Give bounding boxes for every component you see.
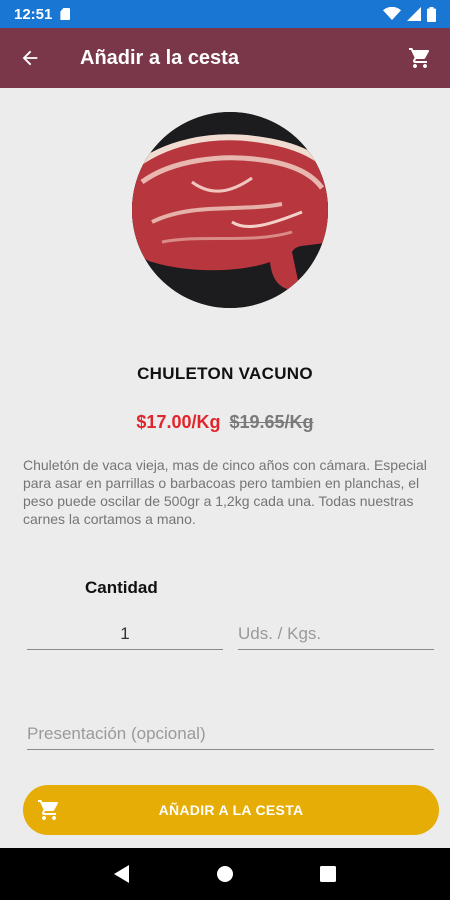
- product-image: [132, 112, 328, 308]
- signal-icon: [407, 7, 421, 21]
- wifi-icon: [383, 7, 401, 20]
- battery-icon: [427, 6, 436, 22]
- price-current: $17.00/Kg: [136, 412, 221, 432]
- quantity-label: Cantidad: [85, 578, 158, 597]
- price-original: $19.65/Kg: [229, 412, 314, 432]
- sd-card-icon: [60, 8, 71, 20]
- nav-home-icon: [216, 866, 233, 882]
- nav-recents-icon: [320, 866, 337, 882]
- nav-back-icon: [113, 865, 129, 883]
- nav-back-button[interactable]: [102, 854, 142, 894]
- product-description: Chuletón de vaca vieja, mas de cinco año…: [23, 457, 427, 527]
- status-icons: [383, 6, 436, 22]
- product-prices: $17.00/Kg $19.65/Kg: [0, 412, 450, 433]
- cart-icon-wrap: [37, 798, 61, 827]
- quantity-input[interactable]: [27, 618, 223, 650]
- app-bar: Añadir a la cesta: [0, 28, 450, 88]
- product-name: CHULETON VACUNO: [137, 364, 313, 383]
- page-title: Añadir a la cesta: [80, 46, 239, 69]
- add-button-label: AÑADIR A LA CESTA: [158, 802, 304, 818]
- nav-recents-button[interactable]: [308, 854, 348, 894]
- shopping-cart-icon: [38, 800, 59, 820]
- nav-home-button[interactable]: [205, 854, 245, 894]
- system-nav-bar: [0, 848, 450, 900]
- presentation-input[interactable]: [27, 718, 434, 750]
- status-time: 12:51: [14, 5, 53, 23]
- steak-image: [132, 112, 328, 308]
- cart-button[interactable]: [390, 28, 450, 88]
- product-content: CHULETON VACUNO $17.00/Kg $19.65/Kg Chul…: [0, 88, 450, 848]
- unit-input[interactable]: [238, 618, 434, 650]
- add-to-cart-button[interactable]: AÑADIR A LA CESTA: [23, 785, 439, 835]
- status-bar: 12:51: [0, 0, 450, 28]
- back-button[interactable]: [0, 28, 60, 88]
- shopping-cart-icon: [409, 48, 430, 68]
- arrow-back-icon: [22, 50, 38, 66]
